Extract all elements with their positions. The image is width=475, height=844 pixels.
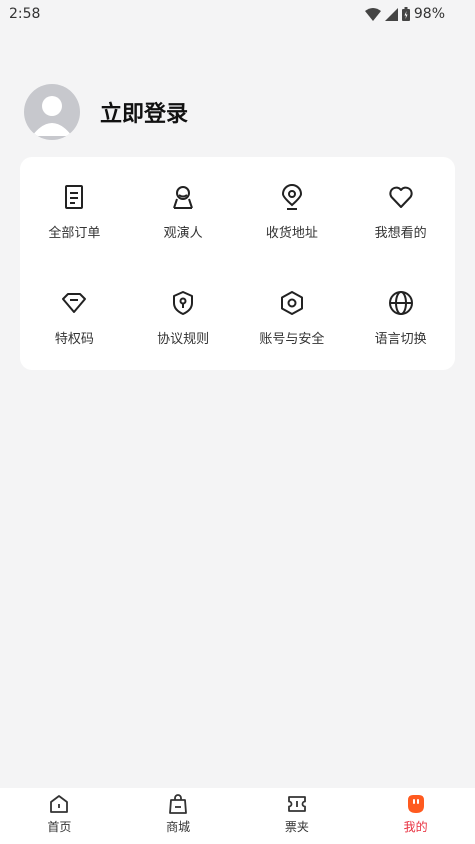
person-badge-icon bbox=[173, 186, 194, 209]
menu-item-audience[interactable]: 观演人 bbox=[129, 157, 238, 263]
ticket-icon bbox=[287, 796, 306, 812]
battery-icon bbox=[401, 7, 410, 21]
menu-label: 全部订单 bbox=[48, 226, 101, 241]
menu-item-agreements[interactable]: 协议规则 bbox=[129, 263, 238, 370]
menu-item-privilege-code[interactable]: 特权码 bbox=[20, 263, 129, 370]
menu-label: 账号与安全 bbox=[259, 332, 325, 347]
menu-label: 语言切换 bbox=[374, 332, 427, 347]
menu-item-account-security[interactable]: 账号与安全 bbox=[238, 263, 347, 370]
login-button[interactable]: 立即登录 bbox=[100, 96, 188, 128]
menu-item-shipping-address[interactable]: 收货地址 bbox=[238, 157, 347, 263]
tab-label: 首页 bbox=[47, 820, 72, 834]
diamond-icon bbox=[62, 293, 87, 313]
heart-icon bbox=[388, 186, 413, 208]
menu-label: 协议规则 bbox=[157, 332, 210, 347]
tab-label: 票夹 bbox=[284, 820, 309, 834]
tab-label: 商城 bbox=[166, 820, 191, 834]
tab-mine[interactable]: 我的 bbox=[356, 788, 475, 844]
tab-home[interactable]: 首页 bbox=[0, 788, 119, 844]
tab-tickets[interactable]: 票夹 bbox=[238, 788, 357, 844]
home-icon bbox=[50, 795, 69, 813]
menu-label: 收货地址 bbox=[265, 226, 318, 241]
hexagon-icon bbox=[280, 291, 303, 315]
profile-face-icon bbox=[407, 795, 424, 813]
tab-label: 我的 bbox=[403, 820, 428, 834]
default-avatar-icon bbox=[32, 96, 72, 136]
globe-icon bbox=[388, 291, 413, 315]
menu-item-language[interactable]: 语言切换 bbox=[346, 263, 455, 370]
profile-section[interactable]: 立即登录 bbox=[24, 84, 188, 140]
shopping-bag-icon bbox=[169, 794, 188, 814]
wifi-icon bbox=[364, 7, 381, 21]
cellular-signal-icon bbox=[384, 7, 398, 21]
status-time: 2:58 bbox=[9, 6, 41, 22]
avatar[interactable] bbox=[24, 84, 80, 140]
menu-label: 特权码 bbox=[54, 332, 94, 347]
shield-icon bbox=[173, 291, 194, 315]
menu-label: 我想看的 bbox=[374, 226, 427, 241]
tab-mall[interactable]: 商城 bbox=[119, 788, 238, 844]
menu-label: 观演人 bbox=[163, 226, 203, 241]
bottom-tab-bar: 首页 商城 票夹 我的 bbox=[0, 788, 475, 844]
menu-card: 全部订单 观演人 收货地址 我想看的 特权码 协议规则 账号与安全 语言切换 bbox=[20, 157, 455, 370]
location-pin-icon bbox=[281, 184, 302, 210]
battery-percentage: 98% bbox=[413, 6, 445, 22]
status-bar: 2:58 98% bbox=[0, 0, 475, 28]
document-icon bbox=[65, 185, 84, 209]
menu-item-wishlist[interactable]: 我想看的 bbox=[346, 157, 455, 263]
menu-item-all-orders[interactable]: 全部订单 bbox=[20, 157, 129, 263]
status-indicators: 98% bbox=[364, 6, 445, 22]
